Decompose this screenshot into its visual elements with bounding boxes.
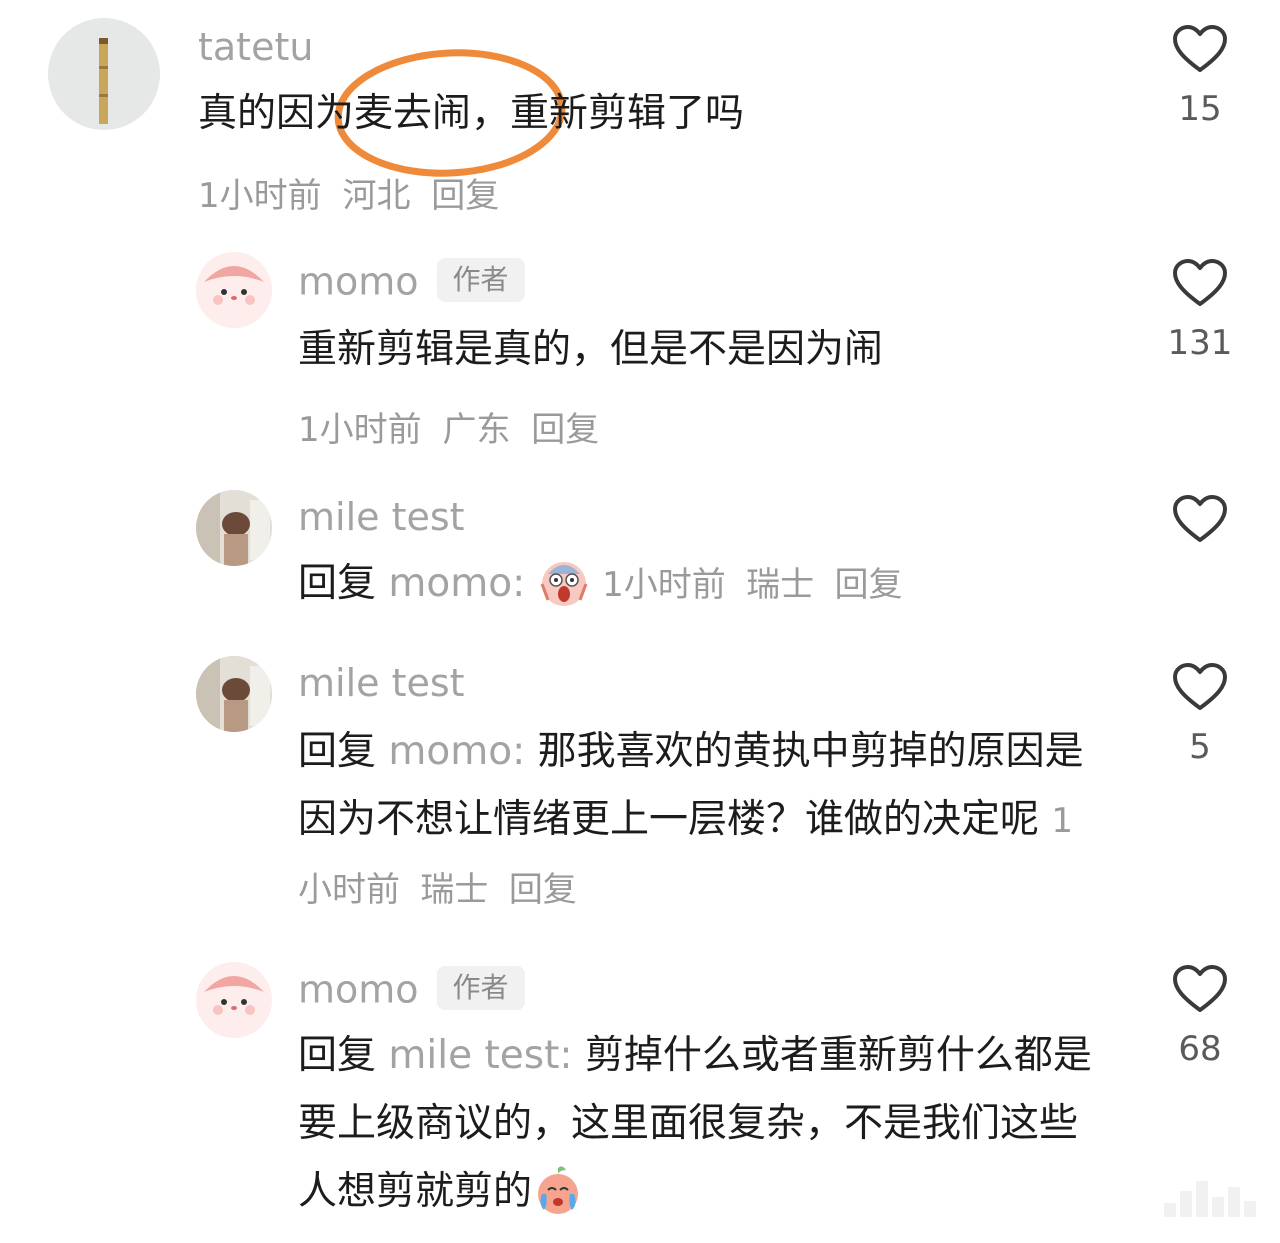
like-count: 68	[1178, 1029, 1222, 1069]
comment-item: tatetu 真的因为麦去闹，重新剪辑了吗 1小时前 河北 回复 15	[0, 0, 1280, 230]
reply-button[interactable]: 回复	[835, 565, 903, 605]
comment-location: 瑞士	[420, 870, 489, 910]
reply-prefix: 回复	[298, 561, 377, 606]
reply-button[interactable]: 回复	[431, 176, 499, 216]
username-label[interactable]: momo	[298, 260, 419, 304]
avatar[interactable]	[48, 18, 160, 130]
like-button[interactable]: 5	[1165, 662, 1235, 764]
like-button[interactable]: 131	[1165, 258, 1235, 360]
like-button[interactable]: 15	[1165, 24, 1235, 126]
comment-text: 重新剪辑是真的，但是不是因为闹	[298, 327, 884, 372]
comment-text: 真的因为麦去闹，重新剪辑了吗	[198, 91, 745, 136]
comment-item: mile test 回复 momo: 1小时前 瑞士 回复	[0, 480, 1280, 630]
avatar[interactable]	[196, 962, 272, 1038]
heart-outline-icon	[1173, 663, 1227, 710]
mention-link[interactable]: momo:	[388, 561, 525, 606]
avatar[interactable]	[196, 490, 272, 566]
comment-text: 回复 mile test: 剪掉什么或者重新剪什么都是要上级商议的，这里面很复杂…	[298, 1022, 1098, 1226]
author-badge: 作者	[436, 966, 525, 1010]
heart-outline-icon	[1173, 259, 1227, 306]
username[interactable]: momo 作者	[298, 966, 525, 1014]
comment-location: 瑞士	[746, 565, 815, 605]
like-button[interactable]: 68	[1165, 964, 1235, 1066]
reply-prefix: 回复	[298, 729, 377, 774]
username[interactable]: momo 作者	[298, 258, 525, 306]
comment-meta: 1小时前 广东 回复	[298, 402, 599, 451]
comment-location: 广东	[442, 410, 511, 450]
author-badge: 作者	[436, 258, 525, 302]
heart-outline-icon	[1173, 495, 1227, 542]
heart-outline-icon	[1173, 25, 1227, 72]
username[interactable]: mile test	[298, 498, 465, 536]
reply-button[interactable]: 回复	[531, 410, 599, 450]
heart-outline-icon	[1173, 965, 1227, 1012]
comment-item: mile test 回复 momo: 那我喜欢的黄执中剪掉的原因是因为不想让情绪…	[0, 648, 1280, 938]
watermark	[1164, 1177, 1256, 1217]
like-button[interactable]	[1165, 494, 1235, 544]
comment-time: 1小时前	[298, 410, 422, 450]
mention-link[interactable]: mile test:	[388, 1033, 572, 1078]
comment-text: 回复 momo: 那我喜欢的黄执中剪掉的原因是因为不想让情绪更上一层楼？谁做的决…	[298, 718, 1098, 924]
username-label[interactable]: momo	[298, 968, 419, 1012]
like-count: 5	[1189, 727, 1211, 767]
avatar[interactable]	[196, 656, 272, 732]
comment-location: 河北	[342, 176, 411, 216]
reply-button[interactable]: 回复	[509, 870, 577, 910]
reply-prefix: 回复	[298, 1033, 377, 1078]
comment-text: 回复 momo: 1小时前 瑞士 回复	[298, 550, 1118, 619]
crying-peach-emoji	[538, 1165, 579, 1214]
like-count: 131	[1167, 323, 1233, 363]
mention-link[interactable]: momo:	[388, 729, 525, 774]
comment-meta: 1小时前 河北 回复	[198, 168, 499, 217]
username[interactable]: mile test	[298, 664, 465, 702]
comment-time: 1小时前	[602, 565, 726, 605]
comment-time: 1小时前	[198, 176, 322, 216]
username[interactable]: tatetu	[198, 28, 313, 66]
avatar[interactable]	[196, 252, 272, 328]
comment-item: momo 作者 回复 mile test: 剪掉什么或者重新剪什么都是要上级商议的…	[0, 950, 1280, 1243]
screaming-face-emoji	[540, 561, 588, 606]
like-count: 15	[1178, 89, 1222, 129]
comment-item: momo 作者 重新剪辑是真的，但是不是因为闹 1小时前 广东 回复 131	[0, 240, 1280, 470]
